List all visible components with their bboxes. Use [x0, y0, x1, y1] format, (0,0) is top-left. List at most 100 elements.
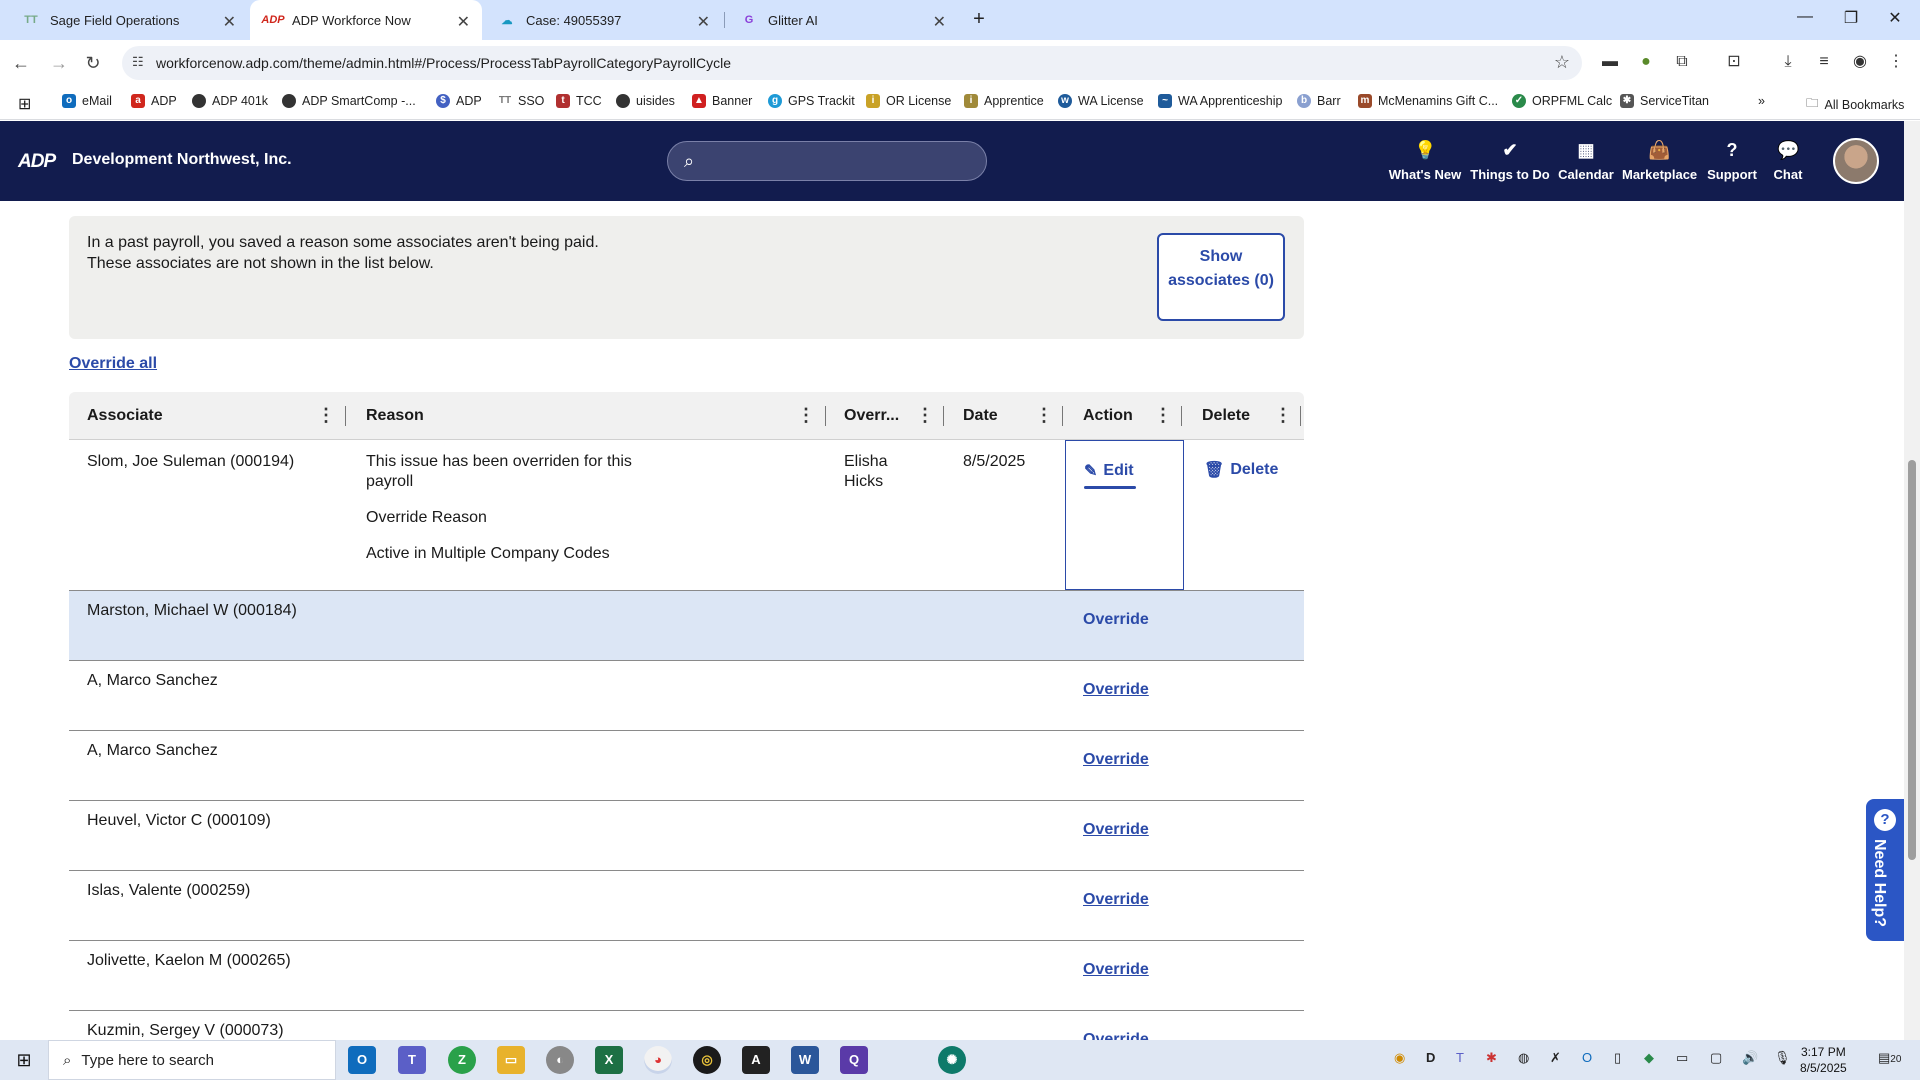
show-associates-button[interactable]: Show associates (0) — [1157, 233, 1285, 321]
tray-icon[interactable]: ◉ — [1394, 1050, 1405, 1066]
table-row[interactable]: Jolivette, Kaelon M (000265) Override — [69, 941, 1304, 1011]
nav-whats-new[interactable]: 💡 What's New — [1388, 139, 1462, 182]
bookmark-orpfml-calc[interactable]: ✓ ORPFML Calc — [1512, 94, 1612, 108]
bookmark-mcmenamins[interactable]: m McMenamins Gift C... — [1358, 94, 1498, 108]
close-tab-icon[interactable]: ✕ — [457, 12, 470, 32]
outlook-tray-icon[interactable]: O — [1582, 1050, 1592, 1065]
bookmark-wa-apprenticeship[interactable]: ~ WA Apprenticeship — [1158, 94, 1282, 108]
notification-icon[interactable]: ▤20 — [1878, 1050, 1901, 1066]
table-row[interactable]: Heuvel, Victor C (000109) Override — [69, 801, 1304, 871]
bookmark-adp-smartcomp[interactable]: ADP SmartComp -... — [282, 94, 416, 108]
nav-support[interactable]: ? Support — [1704, 139, 1760, 182]
excel-icon[interactable]: X — [595, 1046, 623, 1074]
table-row[interactable]: Kuzmin, Sergey V (000073) Override — [69, 1011, 1304, 1040]
adp-logo[interactable]: ADP — [18, 151, 56, 173]
column-header-overridden[interactable]: Overr... — [844, 407, 899, 425]
tray-icon[interactable]: ✗ — [1550, 1050, 1561, 1066]
bookmark-adp-401k[interactable]: ADP 401k — [192, 94, 268, 108]
profile-icon[interactable]: ◉ — [1848, 50, 1872, 74]
extension-icon[interactable]: ● — [1634, 50, 1658, 74]
nav-chat[interactable]: 💬 Chat — [1768, 139, 1808, 182]
windows-start-icon[interactable]: ⊞ — [0, 1040, 48, 1080]
bookmark-or-license[interactable]: i OR License — [866, 94, 951, 108]
menu-icon[interactable]: ⋮ — [1884, 50, 1908, 74]
table-row[interactable]: A, Marco Sanchez Override — [69, 731, 1304, 801]
column-menu-icon[interactable]: ⋮ — [1274, 405, 1292, 426]
column-menu-icon[interactable]: ⋮ — [916, 405, 934, 426]
close-window-button[interactable]: ✕ — [1880, 8, 1910, 32]
header-search-input[interactable]: ⌕ — [667, 141, 987, 181]
table-row[interactable]: Islas, Valente (000259) Override — [69, 871, 1304, 941]
nav-calendar[interactable]: ▦ Calendar — [1556, 139, 1616, 182]
column-menu-icon[interactable]: ⋮ — [317, 405, 335, 426]
word-icon[interactable]: W — [791, 1046, 819, 1074]
new-tab-button[interactable]: + — [964, 8, 994, 32]
bookmark-star-icon[interactable]: ☆ — [1554, 52, 1570, 73]
outlook-icon[interactable]: O — [348, 1046, 376, 1074]
reload-icon[interactable]: ↻ — [80, 50, 106, 76]
file-explorer-icon[interactable]: ▭ — [497, 1046, 525, 1074]
bookmark-wa-license[interactable]: w WA License — [1058, 94, 1144, 108]
bookmark-email[interactable]: o eMail — [62, 94, 112, 108]
column-header-delete[interactable]: Delete — [1202, 407, 1250, 425]
back-icon[interactable]: ← — [8, 50, 34, 76]
override-link[interactable]: Override — [1083, 681, 1149, 699]
network-icon[interactable]: ▢ — [1710, 1050, 1722, 1066]
override-all-link[interactable]: Override all — [69, 355, 157, 373]
teams-icon[interactable]: T — [398, 1046, 426, 1074]
override-link[interactable]: Override — [1083, 821, 1149, 839]
site-info-icon[interactable]: ☷ — [132, 54, 144, 70]
tray-icon[interactable]: ◍ — [1518, 1050, 1529, 1066]
bookmark-servicetitan[interactable]: ✱ ServiceTitan — [1620, 94, 1709, 108]
address-bar[interactable]: ☷ workforcenow.adp.com/theme/admin.html#… — [122, 46, 1582, 80]
column-header-reason[interactable]: Reason — [366, 407, 424, 425]
bookmark-apprentice[interactable]: i Apprentice — [964, 94, 1044, 108]
app-icon[interactable]: ◎ — [693, 1046, 721, 1074]
system-clock[interactable]: 3:17 PM 8/5/2025 — [1800, 1044, 1847, 1076]
column-menu-icon[interactable]: ⋮ — [1035, 405, 1053, 426]
tab-glitter-ai[interactable]: G Glitter AI ✕ — [726, 0, 958, 40]
table-row[interactable]: A, Marco Sanchez Override — [69, 661, 1304, 731]
tab-sage-field-operations[interactable]: TT Sage Field Operations ✕ — [8, 0, 248, 40]
volume-icon[interactable]: 🔊 — [1742, 1050, 1758, 1066]
acrobat-icon[interactable]: A — [742, 1046, 770, 1074]
app-icon[interactable]: Z — [448, 1046, 476, 1074]
minimize-button[interactable]: — — [1790, 8, 1820, 32]
bookmark-uisides[interactable]: uisides — [616, 94, 675, 108]
table-row[interactable]: Marston, Michael W (000184) Override — [69, 591, 1304, 661]
scrollbar-thumb[interactable] — [1908, 460, 1916, 860]
override-link[interactable]: Override — [1083, 1031, 1149, 1040]
nav-things-to-do[interactable]: ✔ Things to Do — [1470, 139, 1550, 182]
column-menu-icon[interactable]: ⋮ — [797, 405, 815, 426]
bookmark-barr[interactable]: b Barr — [1297, 94, 1341, 108]
forward-icon[interactable]: → — [46, 50, 72, 76]
need-help-button[interactable]: ? Need Help? — [1866, 799, 1904, 941]
bookmark-adp[interactable]: a ADP — [131, 94, 177, 108]
bookmark-gps-trackit[interactable]: g GPS Trackit — [768, 94, 855, 108]
column-header-date[interactable]: Date — [963, 407, 998, 425]
column-header-action[interactable]: Action — [1083, 407, 1133, 425]
puzzle-icon[interactable]: ⧉ — [1670, 50, 1694, 74]
tray-icon[interactable]: D — [1426, 1050, 1435, 1065]
apps-grid-icon[interactable]: ⊞ — [18, 94, 31, 114]
tab-adp-workforce-now[interactable]: ADP ADP Workforce Now ✕ — [250, 0, 482, 40]
tray-icon[interactable]: ▯ — [1614, 1050, 1621, 1066]
microphone-icon[interactable]: 🎙 — [1774, 1050, 1791, 1066]
bookmark-adp-2[interactable]: $ ADP — [436, 94, 482, 108]
tab-search-icon[interactable]: ⊡ — [1722, 50, 1746, 74]
all-bookmarks[interactable]: 🗀 All Bookmarks — [1806, 94, 1904, 115]
chatgpt-icon[interactable]: ✺ — [938, 1046, 966, 1074]
battery-icon[interactable]: ▭ — [1676, 1050, 1688, 1066]
bookmark-sso[interactable]: TT SSO — [498, 94, 545, 108]
override-link[interactable]: Override — [1083, 961, 1149, 979]
tab-case[interactable]: ☁ Case: 49055397 ✕ — [484, 0, 722, 40]
override-link[interactable]: Override — [1083, 751, 1149, 769]
column-menu-icon[interactable]: ⋮ — [1154, 405, 1172, 426]
close-tab-icon[interactable]: ✕ — [697, 12, 710, 32]
more-bookmarks-icon[interactable]: » — [1758, 94, 1765, 108]
extension-icon[interactable]: ▬ — [1598, 50, 1622, 74]
teams-tray-icon[interactable]: T — [1456, 1050, 1464, 1065]
edit-button[interactable]: ✎ Edit — [1084, 461, 1134, 481]
chrome-icon[interactable]: ◕ — [644, 1046, 672, 1074]
app-icon[interactable]: Q — [840, 1046, 868, 1074]
